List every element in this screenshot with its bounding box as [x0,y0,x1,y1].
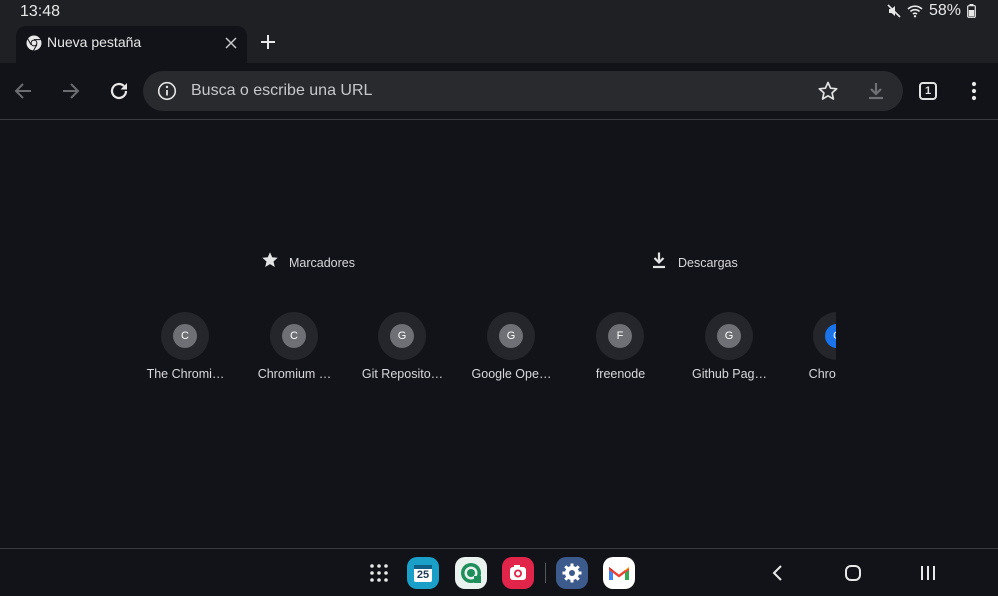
chat-app-icon[interactable] [455,557,487,589]
browser-screen: 13:48 58% Nueva pestaña Busca o escribe … [0,0,998,596]
forward-arrow-icon[interactable] [59,79,83,103]
battery-percentage: 58% [928,2,961,19]
tile-title: Google Ope… [471,367,552,381]
tile-title: freenode [595,367,646,381]
omnibox-input[interactable] [191,80,791,102]
tile-icon-ring: G [378,312,426,360]
tile-letter-icon: C [825,324,836,348]
tile-title: Git Reposito… [361,367,444,381]
most-visited-tile[interactable]: G Github Pag… [677,310,782,390]
close-tab-icon[interactable] [224,36,238,50]
info-icon[interactable] [157,81,177,101]
tile-icon-ring: C [270,312,318,360]
tile-title: Github Pag… [691,367,768,381]
wifi-icon [907,4,923,18]
reload-icon[interactable] [107,79,131,103]
most-visited-tile[interactable]: C Chromium … [242,310,347,390]
tab-title: Nueva pestaña [47,34,142,50]
camera-app-icon[interactable] [502,557,534,589]
gmail-icon[interactable] [603,557,635,589]
back-icon[interactable] [766,561,790,585]
tab-switcher-button[interactable]: 1 [919,82,937,100]
tile-icon-ring: G [487,312,535,360]
tile-icon-ring: G [705,312,753,360]
system-taskbar: 25 [0,548,998,596]
most-visited-tiles: C The Chromi… C Chromium … G Git Reposit… [133,310,836,390]
download-icon [650,251,668,274]
chrome-icon [26,35,42,51]
settings-icon[interactable] [556,557,588,589]
apps-grid-icon[interactable] [363,557,395,589]
download-page-icon[interactable] [865,80,887,102]
tile-icon-ring: C [161,312,209,360]
star-icon [261,251,279,274]
most-visited-tile[interactable]: C The Chromi… [133,310,238,390]
omnibox[interactable] [143,71,903,111]
downloads-label: Descargas [678,255,738,270]
tile-title: Chromium [808,367,836,381]
most-visited-tile[interactable]: G Git Reposito… [350,310,455,390]
tab-nueva-pestana[interactable]: Nueva pestaña [16,26,247,63]
bookmarks-label: Marcadores [289,255,355,270]
tile-letter-icon: C [173,324,197,348]
tile-letter-icon: G [499,324,523,348]
recents-icon[interactable] [916,561,940,585]
more-menu-icon[interactable] [962,79,986,103]
status-icons: 58% [887,2,976,20]
tile-letter-icon: F [608,324,632,348]
tile-letter-icon: G [390,324,414,348]
mute-icon [887,4,901,18]
most-visited-tile[interactable]: F freenode [568,310,673,390]
tab-strip: 13:48 58% Nueva pestaña [0,0,998,63]
home-icon[interactable] [841,561,865,585]
tile-title: Chromium … [257,367,332,381]
browser-toolbar: 1 [0,63,998,120]
tile-icon-ring: C [813,312,836,360]
tile-icon-ring: F [596,312,644,360]
back-arrow-icon[interactable] [11,79,35,103]
new-tab-plus-icon[interactable] [259,33,277,51]
most-visited-tile[interactable]: G Google Ope… [459,310,564,390]
downloads-shortcut[interactable]: Descargas [650,251,738,274]
calendar-icon[interactable]: 25 [407,557,439,589]
bookmarks-shortcut[interactable]: Marcadores [261,251,355,274]
tile-title: The Chromi… [146,367,225,381]
tile-letter-icon: C [282,324,306,348]
dock-divider [545,563,546,583]
status-time: 13:48 [20,3,61,20]
tile-letter-icon: G [717,324,741,348]
most-visited-tile[interactable]: C Chromium [785,310,836,390]
calendar-day: 25 [416,569,430,581]
bookmark-star-icon[interactable] [817,80,839,102]
battery-charging-icon [967,4,976,18]
